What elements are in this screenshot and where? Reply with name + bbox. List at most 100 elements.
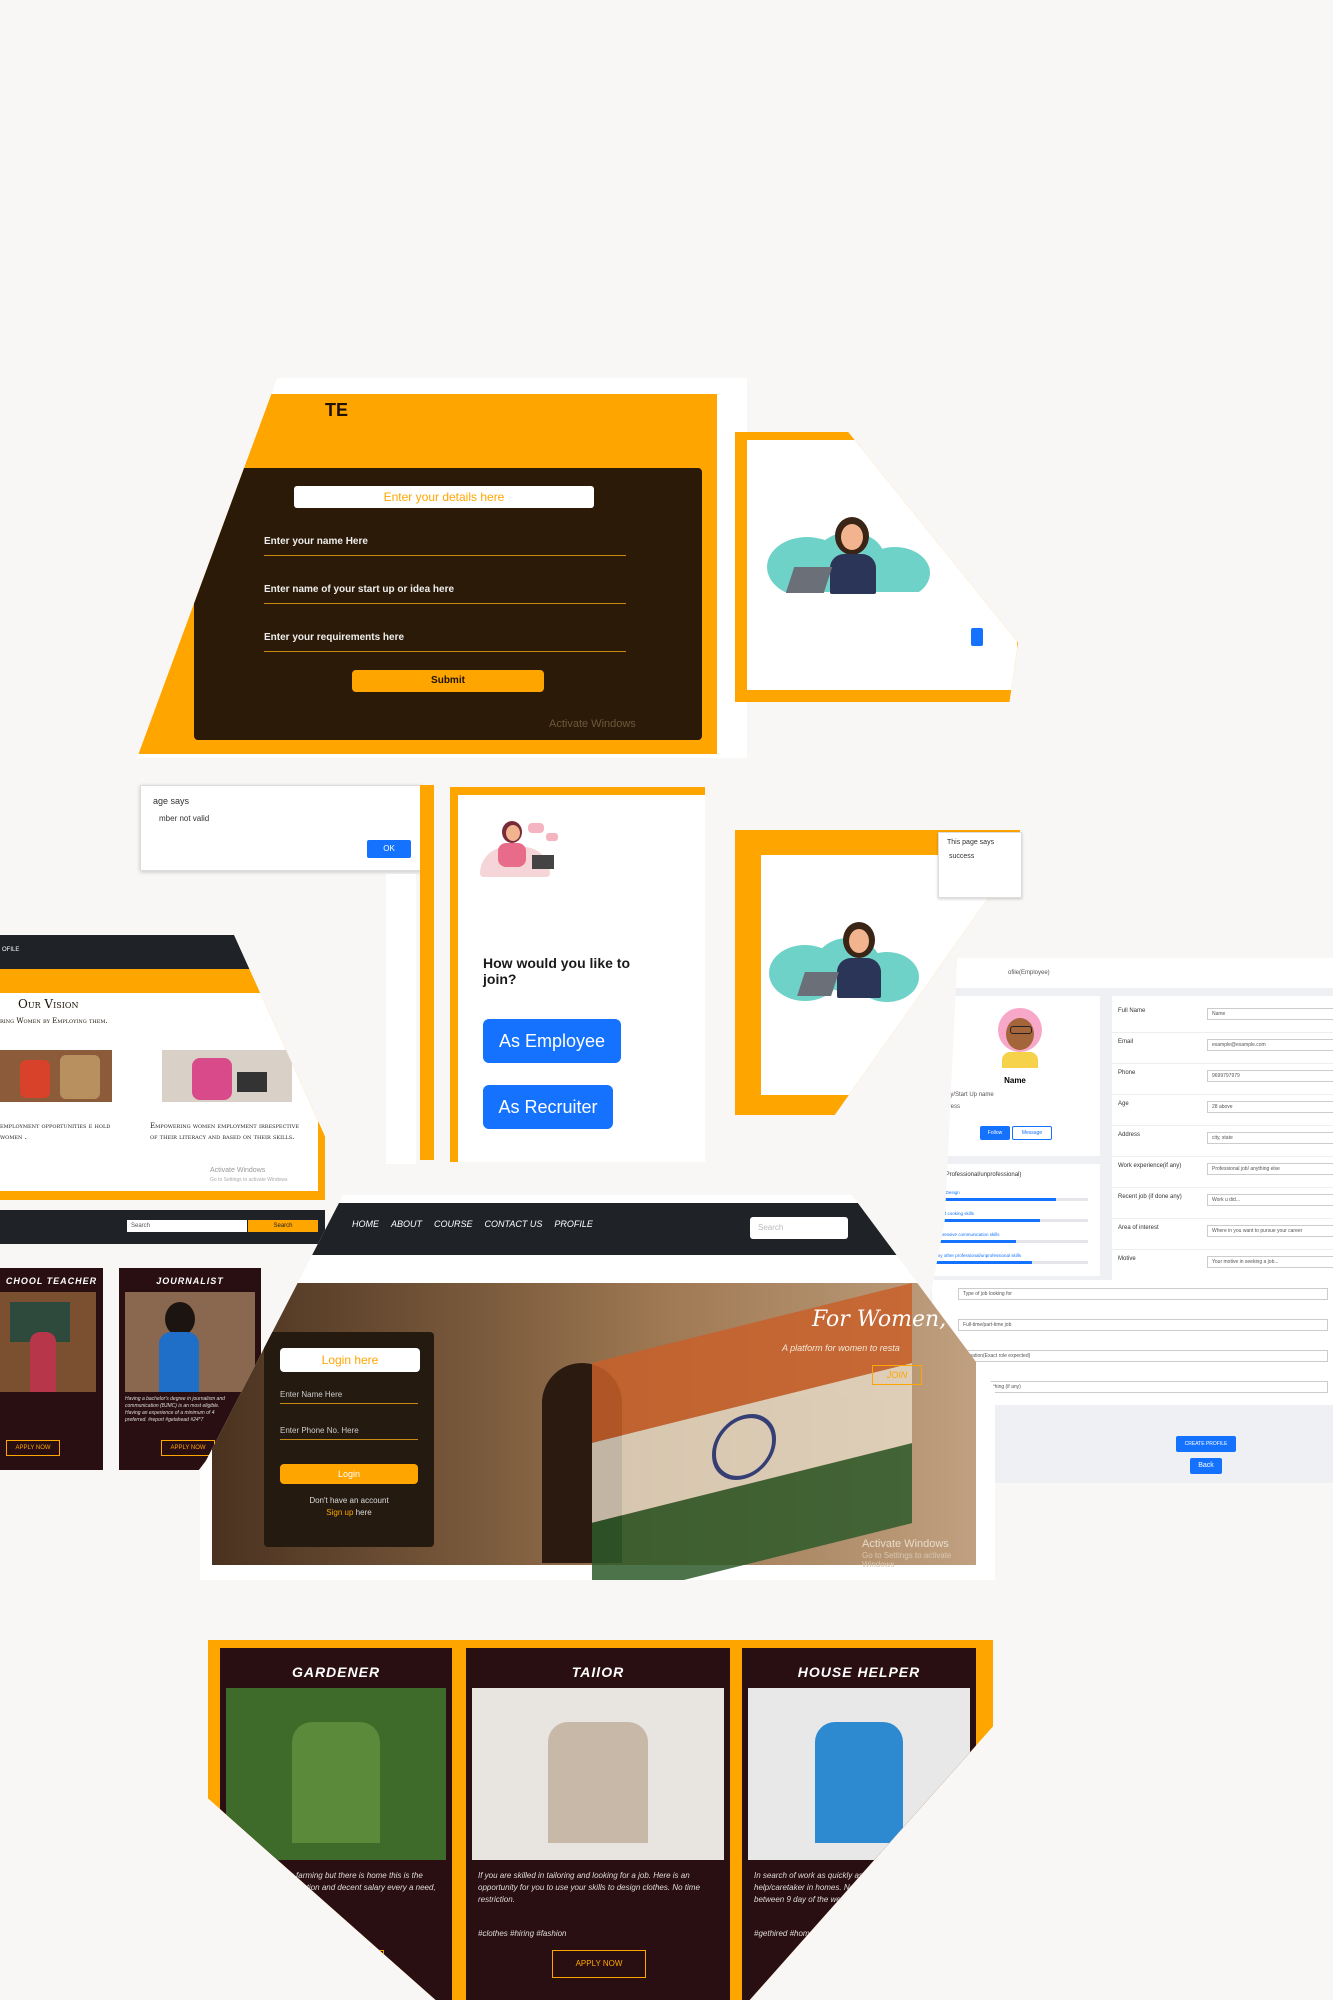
extra-field-input[interactable]: Type of job looking for xyxy=(958,1288,1328,1300)
message-button[interactable]: Message xyxy=(1012,1126,1052,1140)
home-login-panel: HOME ABOUT COURSE CONTACT US PROFILE Search … xyxy=(200,1195,995,1580)
profile-row-input[interactable]: example@example.com xyxy=(1207,1039,1333,1051)
profile-row-label: Age xyxy=(1118,1101,1129,1107)
ok-button[interactable]: OK xyxy=(367,840,411,858)
profile-row: Area of interest Where in you want to pur… xyxy=(1112,1221,1333,1250)
startup-name-field[interactable]: Enter name of your start up or idea here xyxy=(264,576,626,604)
profile-row-input[interactable]: Name xyxy=(1207,1008,1333,1020)
profile-row: Motive Your motive in seeking a job... xyxy=(1112,1252,1333,1281)
jobs-panel: GARDENER dening or organic farming but th… xyxy=(208,1640,993,2000)
apply-now-button[interactable]: NOW xyxy=(290,1950,384,1978)
profile-row-input[interactable]: Professional job/ anything else xyxy=(1207,1163,1333,1175)
skill-row: ex: Web Design xyxy=(928,1190,1088,1211)
skill-row: ex: any other professional/unprofessiona… xyxy=(928,1253,1088,1274)
join-button[interactable]: JOIN xyxy=(872,1365,922,1385)
job-card-house-helper: HOUSE HELPER In search of work as quickly… xyxy=(742,1648,976,2000)
glasses-icon xyxy=(1010,1026,1032,1034)
windows-watermark-sub: Go to Settings to activate Windows xyxy=(210,1177,288,1183)
profile-row-label: Address xyxy=(1118,1132,1141,1138)
name-field[interactable]: Enter your name Here xyxy=(264,528,626,556)
skill-label: ex: Web Design xyxy=(928,1190,960,1195)
profile-row-label: Full Name xyxy=(1118,1008,1146,1014)
nav-item-course[interactable]: COURSE xyxy=(434,1219,473,1229)
profile-row-label: Work experience(if any) xyxy=(1118,1163,1182,1169)
skill-label: ex: Impressive communication skills xyxy=(928,1232,1000,1237)
apply-now-button[interactable]: APPLY NOW xyxy=(6,1440,60,1456)
woman-body-icon xyxy=(837,958,881,998)
job-image xyxy=(125,1292,255,1392)
as-employee-button[interactable]: As Employee xyxy=(483,1019,621,1063)
vision-image-left xyxy=(0,1050,112,1102)
nav-item-contact-us[interactable]: CONTACT US xyxy=(485,1219,543,1229)
success-alert-dialog: This page says success xyxy=(938,832,1022,898)
name-field[interactable]: Enter Name Here xyxy=(280,1390,418,1404)
nav-item-profile[interactable]: PROFILE xyxy=(554,1219,593,1229)
nav-item-about[interactable]: ABOUT xyxy=(391,1219,422,1229)
extra-field-input[interactable]: earning something (if any) xyxy=(958,1381,1328,1393)
job-title: GARDENER xyxy=(291,1664,381,1680)
nav-profile[interactable]: OFILE xyxy=(2,947,19,953)
login-button[interactable]: Login xyxy=(280,1464,418,1484)
profile-row: Email example@example.com xyxy=(1112,1035,1333,1064)
details-card: Full Name Name Email example@example.com Pho… xyxy=(1112,996,1333,1296)
submit-button[interactable]: Submit xyxy=(352,670,544,692)
profile-name: Name xyxy=(1004,1076,1026,1085)
hero-subtitle: A platform for women to resta xyxy=(782,1343,900,1353)
signup-here-text: here xyxy=(355,1508,372,1517)
profile-row-input[interactable]: Work u did... xyxy=(1207,1194,1333,1206)
job-image xyxy=(472,1688,724,1860)
profile-row-label: Motive xyxy=(1118,1256,1136,1262)
skill-progress xyxy=(928,1261,1088,1264)
windows-watermark: Activate Windows xyxy=(862,1538,949,1550)
requirements-field[interactable]: Enter your requirements here xyxy=(264,624,626,652)
profile-row-input[interactable]: 28 above xyxy=(1207,1101,1333,1113)
job-title: TAIlOR xyxy=(571,1664,625,1680)
search-input[interactable]: Search xyxy=(127,1220,247,1232)
job-image xyxy=(748,1688,970,1860)
skill-progress-fill xyxy=(928,1261,1032,1264)
company-name: ompany/Start Up name xyxy=(932,1092,994,1098)
extra-field-input[interactable]: signation(Exact role expected) xyxy=(958,1350,1328,1362)
phone-field[interactable]: Enter Phone No. Here xyxy=(280,1426,418,1440)
as-recruiter-button[interactable]: As Recruiter xyxy=(483,1085,613,1129)
profile-card: Name ompany/Start Up name Address Follow… xyxy=(930,996,1100,1156)
apply-now-button[interactable]: AP xyxy=(813,1950,907,1978)
job-description: If you are skilled in tailoring and look… xyxy=(478,1871,700,1904)
follow-button[interactable]: Follow xyxy=(980,1126,1010,1140)
profile-row-input[interactable]: Where in you want to pursue your career xyxy=(1207,1225,1333,1237)
nav-item-home[interactable]: HOME xyxy=(352,1219,379,1229)
skill-progress xyxy=(928,1219,1088,1222)
signup-link[interactable]: Sign up xyxy=(326,1508,353,1517)
skill-progress-fill xyxy=(928,1198,1056,1201)
alert-message: success xyxy=(949,853,975,860)
profile-row: Phone 9699797979 xyxy=(1112,1066,1333,1095)
join-choice-panel: How would you like to join? As Employee … xyxy=(450,787,705,1162)
profile-row-input[interactable]: Your motive in seeking a job... xyxy=(1207,1256,1333,1268)
apply-now-button[interactable]: APPLY NOW xyxy=(161,1440,215,1456)
woman-laptop-illustration xyxy=(480,817,570,877)
job-description: Having a bachelor's degree in journalism… xyxy=(125,1396,225,1423)
profile-row: Age 28 above xyxy=(1112,1097,1333,1126)
search-input[interactable]: Search xyxy=(750,1217,848,1239)
profile-address: Address xyxy=(938,1104,961,1110)
profile-row-label: Recent job (if done any) xyxy=(1118,1194,1182,1200)
login-box: Login here Enter Name Here Enter Phone N… xyxy=(264,1332,434,1547)
extra-field-input[interactable]: Full-time/part-time job xyxy=(958,1319,1328,1331)
job-card-gardener: GARDENER dening or organic farming but th… xyxy=(220,1648,452,2000)
skill-progress xyxy=(928,1198,1088,1201)
details-header-input[interactable]: Enter your details here xyxy=(294,486,594,508)
job-image xyxy=(0,1292,96,1392)
create-profile-button[interactable]: CREATE PROFILE xyxy=(1176,1436,1236,1452)
back-button[interactable]: Back xyxy=(1190,1458,1222,1474)
job-title: JOURNALIST xyxy=(156,1276,224,1286)
invalid-alert-dialog: age says mber not valid OK xyxy=(140,785,422,871)
search-button[interactable]: Search xyxy=(248,1220,318,1232)
no-account-text: Don't have an account xyxy=(309,1496,389,1505)
skill-row: ex: Good cooking skills xyxy=(928,1211,1088,1232)
apply-now-button[interactable]: APPLY NOW xyxy=(552,1950,646,1978)
breadcrumb: ofile(Employee) xyxy=(1008,970,1050,976)
profile-row-input[interactable]: 9699797979 xyxy=(1207,1070,1333,1082)
vision-title: Our Vision xyxy=(18,997,79,1011)
job-tags: #clothes #hiring #fashion xyxy=(478,1929,567,1938)
profile-row-input[interactable]: city, state xyxy=(1207,1132,1333,1144)
